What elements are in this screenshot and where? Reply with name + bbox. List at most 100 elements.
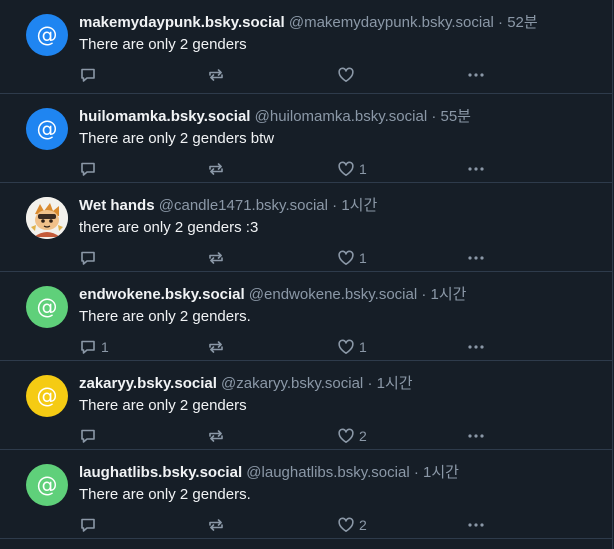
reply-button[interactable] bbox=[79, 66, 101, 84]
more-options-button[interactable] bbox=[467, 338, 485, 356]
repost-button[interactable] bbox=[207, 427, 225, 445]
more-options-button[interactable] bbox=[467, 516, 485, 534]
author-handle[interactable]: @makemydaypunk.bsky.social bbox=[289, 14, 494, 31]
ellipsis-icon bbox=[467, 66, 485, 84]
repost-button[interactable] bbox=[207, 516, 225, 534]
like-button[interactable]: 2 bbox=[337, 516, 367, 534]
like-button[interactable] bbox=[337, 66, 359, 84]
post-time[interactable]: 1시간 bbox=[341, 197, 377, 214]
reply-button[interactable] bbox=[79, 160, 101, 178]
reply-button[interactable]: 1 bbox=[79, 338, 109, 356]
post-header: Wet hands @candle1471.bsky.social · 1시간 bbox=[79, 197, 592, 215]
avatar-picture[interactable] bbox=[26, 197, 68, 239]
separator-dot: · bbox=[431, 108, 437, 125]
author-display-name[interactable]: makemydaypunk.bsky.social bbox=[79, 14, 285, 31]
like-button[interactable]: 1 bbox=[337, 249, 367, 267]
more-options-button[interactable] bbox=[467, 427, 485, 445]
post-time[interactable]: 52분 bbox=[507, 14, 538, 31]
author-display-name[interactable]: huilomamka.bsky.social bbox=[79, 108, 250, 125]
like-count: 1 bbox=[359, 339, 367, 355]
author-handle[interactable]: @zakaryy.bsky.social bbox=[221, 375, 363, 392]
speech-bubble-icon bbox=[79, 338, 97, 356]
speech-bubble-icon bbox=[79, 516, 97, 534]
post-actions: 1 1 bbox=[79, 338, 592, 356]
repost-arrows-icon bbox=[207, 66, 225, 84]
like-count: 2 bbox=[359, 428, 367, 444]
feed-post[interactable]: @ laughatlibs.bsky.social @laughatlibs.b… bbox=[0, 450, 612, 539]
reply-button[interactable] bbox=[79, 249, 101, 267]
ellipsis-icon bbox=[467, 338, 485, 356]
author-handle[interactable]: @laughatlibs.bsky.social bbox=[246, 464, 409, 481]
feed-post[interactable]: @ huilomamka.bsky.social @huilomamka.bsk… bbox=[0, 94, 612, 183]
like-button[interactable]: 1 bbox=[337, 160, 367, 178]
at-sign-icon: @ bbox=[36, 472, 58, 497]
post-header: huilomamka.bsky.social @huilomamka.bsky.… bbox=[79, 108, 592, 126]
post-actions: 1 bbox=[79, 160, 592, 178]
reply-button[interactable] bbox=[79, 427, 101, 445]
author-handle[interactable]: @candle1471.bsky.social bbox=[159, 197, 328, 214]
feed-post[interactable]: @ makemydaypunk.bsky.social @makemydaypu… bbox=[0, 0, 612, 94]
ellipsis-icon bbox=[467, 427, 485, 445]
heart-icon bbox=[337, 427, 355, 445]
avatar[interactable]: @ bbox=[26, 286, 68, 328]
separator-dot: · bbox=[413, 464, 419, 481]
post-actions: 2 bbox=[79, 427, 592, 445]
post-time[interactable]: 55분 bbox=[441, 108, 472, 125]
separator-dot: · bbox=[498, 14, 504, 31]
feed-post[interactable]: @ zakaryy.bsky.social @zakaryy.bsky.soci… bbox=[0, 361, 612, 450]
like-count: 1 bbox=[359, 250, 367, 266]
cartoon-character-image bbox=[26, 197, 68, 239]
at-sign-icon: @ bbox=[36, 116, 58, 141]
post-time[interactable]: 1시간 bbox=[431, 286, 467, 303]
avatar[interactable]: @ bbox=[26, 14, 68, 56]
more-options-button[interactable] bbox=[467, 160, 485, 178]
post-content: laughatlibs.bsky.social @laughatlibs.bsk… bbox=[79, 464, 592, 504]
at-sign-icon: @ bbox=[36, 22, 58, 47]
avatar[interactable]: @ bbox=[26, 375, 68, 417]
post-content: zakaryy.bsky.social @zakaryy.bsky.social… bbox=[79, 375, 592, 415]
repost-button[interactable] bbox=[207, 338, 225, 356]
feed-post[interactable]: @ endwokene.bsky.social @endwokene.bsky.… bbox=[0, 272, 612, 361]
repost-button[interactable] bbox=[207, 66, 225, 84]
at-sign-icon: @ bbox=[36, 294, 58, 319]
author-handle[interactable]: @huilomamka.bsky.social bbox=[255, 108, 428, 125]
post-text: There are only 2 genders. bbox=[79, 308, 251, 325]
post-content: huilomamka.bsky.social @huilomamka.bsky.… bbox=[79, 108, 592, 148]
post-actions: 1 bbox=[79, 249, 592, 267]
post-feed: @ makemydaypunk.bsky.social @makemydaypu… bbox=[0, 0, 613, 549]
like-button[interactable]: 1 bbox=[337, 338, 367, 356]
post-header: makemydaypunk.bsky.social @makemydaypunk… bbox=[79, 14, 592, 32]
reply-button[interactable] bbox=[79, 516, 101, 534]
post-time[interactable]: 1시간 bbox=[423, 464, 459, 481]
post-content: makemydaypunk.bsky.social @makemydaypunk… bbox=[79, 14, 592, 54]
avatar[interactable]: @ bbox=[26, 464, 68, 506]
post-content: endwokene.bsky.social @endwokene.bsky.so… bbox=[79, 286, 592, 326]
speech-bubble-icon bbox=[79, 427, 97, 445]
post-text: there are only 2 genders :3 bbox=[79, 219, 259, 236]
heart-icon bbox=[337, 160, 355, 178]
like-button[interactable]: 2 bbox=[337, 427, 367, 445]
post-header: endwokene.bsky.social @endwokene.bsky.so… bbox=[79, 286, 592, 304]
repost-button[interactable] bbox=[207, 249, 225, 267]
ellipsis-icon bbox=[467, 160, 485, 178]
repost-arrows-icon bbox=[207, 338, 225, 356]
author-display-name[interactable]: endwokene.bsky.social bbox=[79, 286, 245, 303]
speech-bubble-icon bbox=[79, 160, 97, 178]
author-display-name[interactable]: zakaryy.bsky.social bbox=[79, 375, 217, 392]
more-options-button[interactable] bbox=[467, 249, 485, 267]
author-handle[interactable]: @endwokene.bsky.social bbox=[249, 286, 417, 303]
post-text: There are only 2 genders bbox=[79, 36, 247, 53]
separator-dot: · bbox=[332, 197, 338, 214]
repost-button[interactable] bbox=[207, 160, 225, 178]
more-options-button[interactable] bbox=[467, 66, 485, 84]
avatar[interactable]: @ bbox=[26, 108, 68, 150]
reply-count: 1 bbox=[101, 339, 109, 355]
author-display-name[interactable]: laughatlibs.bsky.social bbox=[79, 464, 242, 481]
post-time[interactable]: 1시간 bbox=[377, 375, 413, 392]
author-display-name[interactable]: Wet hands bbox=[79, 197, 155, 214]
at-sign-icon: @ bbox=[36, 383, 58, 408]
post-header: zakaryy.bsky.social @zakaryy.bsky.social… bbox=[79, 375, 592, 393]
speech-bubble-icon bbox=[79, 249, 97, 267]
post-actions bbox=[79, 66, 592, 84]
feed-post[interactable]: Wet hands @candle1471.bsky.social · 1시간 … bbox=[0, 183, 612, 272]
